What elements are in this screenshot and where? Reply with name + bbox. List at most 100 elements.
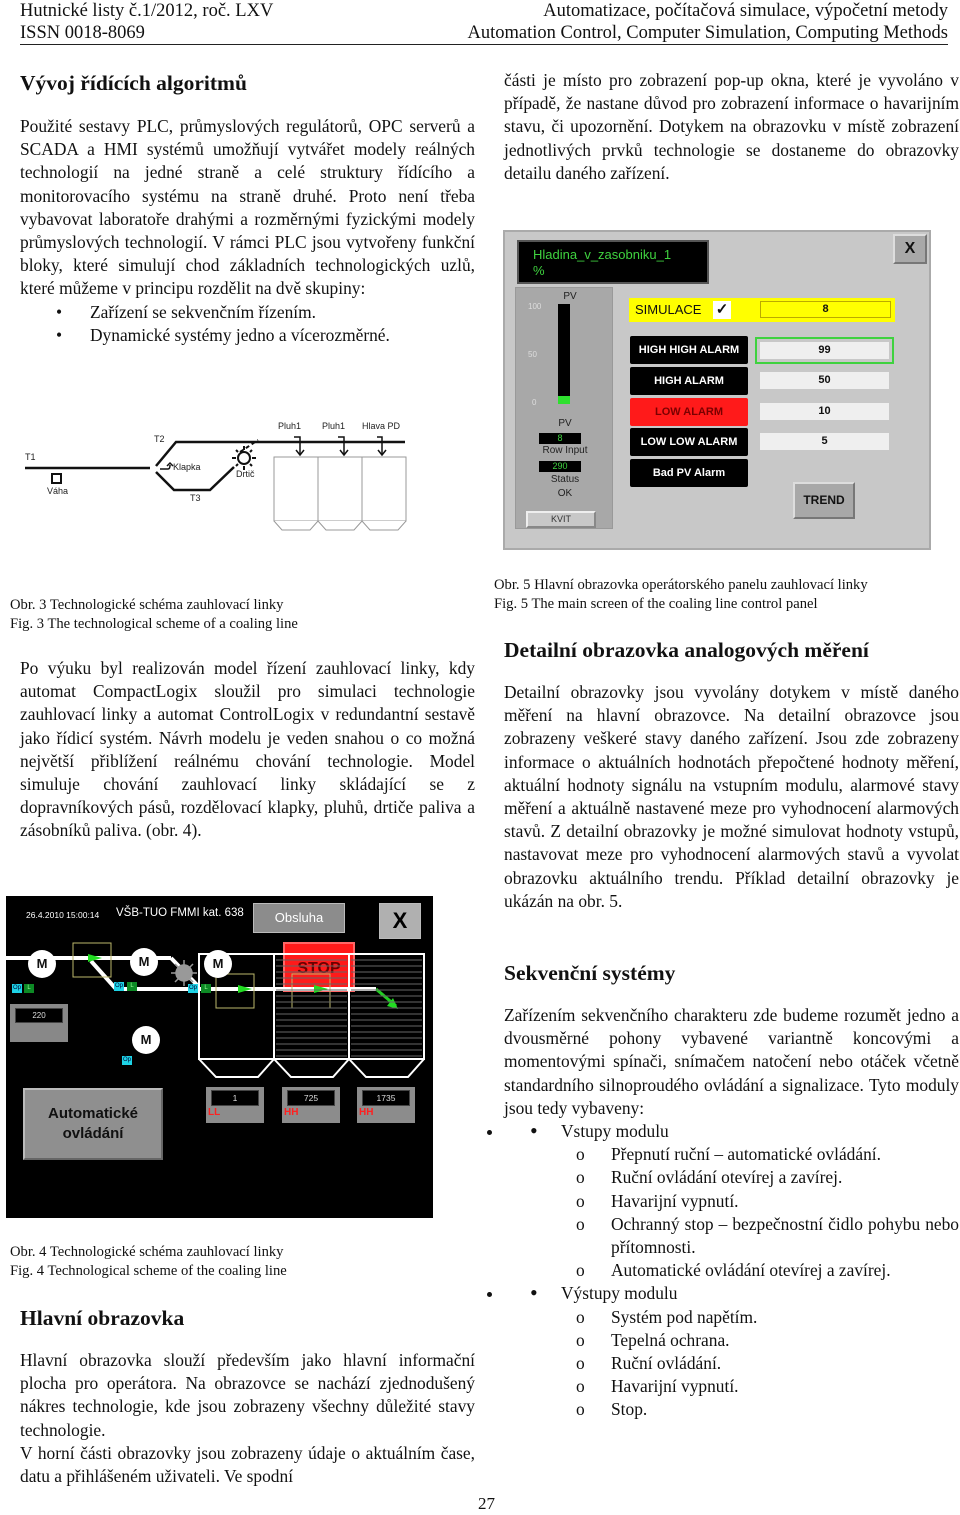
alarm-high-high[interactable]: HIGH HIGH ALARM [630,336,748,364]
bin-alarm: HH [359,1107,374,1118]
section-title-vyvoj: Vývoj řídících algoritmů [20,71,247,95]
simulation-value-input[interactable]: 8 [760,301,891,318]
caption-en: Fig. 3 The technological scheme of a coa… [10,616,298,632]
limit-high-high-input[interactable]: 99 [755,337,894,364]
label-drtic: Drtič [236,469,255,479]
l-tag: L [201,984,211,993]
bin-level: 725 [287,1090,335,1106]
bin-alarm: LL [208,1107,221,1118]
module-list: Vstupy modulu Přepnutí ruční – automatic… [504,1120,959,1422]
section-body-vyvoj: Použité sestavy PLC, průmyslových regulá… [20,115,475,347]
weigh-readout[interactable]: 220 [10,1004,68,1042]
simulation-checkbox[interactable]: ✓ [713,301,731,319]
caption-cz: Obr. 5 Hlavní obrazovka operátorského pa… [494,577,868,593]
motor-icon[interactable]: M [132,1026,160,1054]
sub-list-item: Ruční ovládání. [504,1352,959,1375]
label-hlava-pd: Hlava PD [362,421,401,431]
kvit-button[interactable]: KVIT [526,511,596,528]
klapka-arrow-icon [160,461,174,470]
bullet-item: Dynamické systémy jedno a vícerozměrné. [20,324,475,347]
sensor-frames [72,942,331,1009]
paragraph-model: Po výuku byl realizován model řízení zau… [20,658,475,841]
tag-unit: % [533,263,545,278]
label-pluh1-a: Pluh1 [278,421,301,431]
sub-list-item: Ochranný stop – bezpečnostní čidlo pohyb… [504,1213,959,1259]
bullet-list: Zařízení se sekvenčním řízením. Dynamick… [20,301,475,348]
sub-list-item: Systém pod napětím. [504,1306,959,1329]
header-rule [20,44,948,45]
status-value: OK [557,488,573,499]
scale-icon [51,473,62,484]
bunker-2 [317,456,363,522]
section-body-hlavni: Hlavní obrazovka slouží především jako h… [20,1349,475,1488]
crusher-icon [232,446,256,470]
bunkers [273,456,407,531]
bullet-item: Zařízení se sekvenčním řízením. [20,301,475,324]
caption-cz: Obr. 3 Technologické schéma zauhlovací l… [10,597,284,613]
list-title: Vstupy modulu [561,1121,669,1142]
simulation-row: SIMULACE ✓ 8 [629,298,895,322]
bin-level: 1 [211,1090,259,1106]
sub-list: Přepnutí ruční – automatické ovládání. R… [504,1143,959,1282]
journal-title: Hutnické listy č.1/2012, roč. LXV [20,1,274,21]
op-tag: Op [188,984,198,993]
bunker-3 [348,953,425,1060]
caption-en: Fig. 4 Technological scheme of the coali… [10,1263,287,1279]
label-vaha: Váha [47,486,68,496]
caption-en: Fig. 5 The main screen of the coaling li… [494,596,818,612]
trend-button[interactable]: TREND [793,482,855,519]
paragraph: V horní části obrazovky jsou zobrazeny ú… [20,1442,475,1487]
section-title-sekvencni: Sekvenční systémy [504,961,676,985]
limit-high-input[interactable]: 50 [760,372,889,389]
motor-icon[interactable]: M [28,950,56,978]
alarm-low[interactable]: LOW ALARM [630,398,748,426]
label-t2: T2 [154,434,165,444]
alarm-high[interactable]: HIGH ALARM [630,367,748,395]
journal-header-left: Hutnické listy č.1/2012, roč. LXV ISSN 0… [20,0,273,44]
limit-low-low-input[interactable]: 5 [760,433,889,450]
paragraph: Hlavní obrazovka slouží především jako h… [20,1350,475,1440]
bin-readout[interactable]: 725 HH [282,1087,340,1123]
bunker-3 [361,456,407,522]
close-button[interactable]: X [893,234,927,264]
row-input-label: Row Input [542,445,588,456]
paragraph-popup: části je místo pro zobrazení pop-up okna… [504,70,959,183]
status-label: Status [550,474,580,485]
pv-label: PV [558,418,572,429]
bin-readout[interactable]: 1735 HH [357,1087,415,1123]
paragraph: Použité sestavy PLC, průmyslových regulá… [20,116,475,299]
figure-5-detail-panel: Hladina_v_zasobniku_1 % X PV 100 50 0 PV… [503,230,931,550]
topic-en: Automation Control, Computer Simulation,… [467,23,949,43]
motor-icon[interactable]: M [130,948,158,976]
l-tag: L [24,984,34,993]
label-pluh1-b: Pluh1 [322,421,345,431]
op-tag: Op [122,1056,132,1065]
bunker-2 [273,953,350,1060]
limit-low-input[interactable]: 10 [760,403,889,420]
automatic-control-button[interactable]: Automatické ovládání [23,1088,163,1160]
list-item-inputs: Vstupy modulu Přepnutí ruční – automatic… [504,1120,959,1283]
sub-list-item: Stop. [504,1398,959,1421]
paragraph: Zařízením sekvenčního charakteru zde bud… [504,1005,959,1118]
auto-label-line2: ovládání [62,1125,124,1142]
figure-3-schematic: T1 Váha T2 Klapka T3 Drtič Pluh1 Pluh1 H… [25,421,407,531]
bin-readout[interactable]: 1 LL [206,1087,264,1123]
motor-icon[interactable]: M [204,950,232,978]
caption-cz: Obr. 4 Technologické schéma zauhlovací l… [10,1244,284,1260]
alarm-bad-pv[interactable]: Bad PV Alarm [630,459,748,487]
bin-alarm: HH [284,1107,299,1118]
figure-5-caption: Obr. 5 Hlavní obrazovka operátorského pa… [494,576,868,614]
sub-list-item: Havarijní vypnutí. [504,1190,959,1213]
sub-list-item: Havarijní vypnutí. [504,1375,959,1398]
pv-bar [558,304,570,404]
row-input-value: 290 [539,461,581,472]
issn: ISSN 0018-8069 [20,23,145,43]
auto-label-line1: Automatické [47,1105,139,1122]
bin-level: 1735 [362,1090,410,1106]
alarm-low-low[interactable]: LOW LOW ALARM [630,428,748,456]
page-number: 27 [478,1494,495,1513]
list-title: Výstupy modulu [561,1283,678,1304]
bar-label: PV [563,291,577,302]
op-tag: Op [12,984,22,993]
sub-list-item: Tepelná ochrana. [504,1329,959,1352]
